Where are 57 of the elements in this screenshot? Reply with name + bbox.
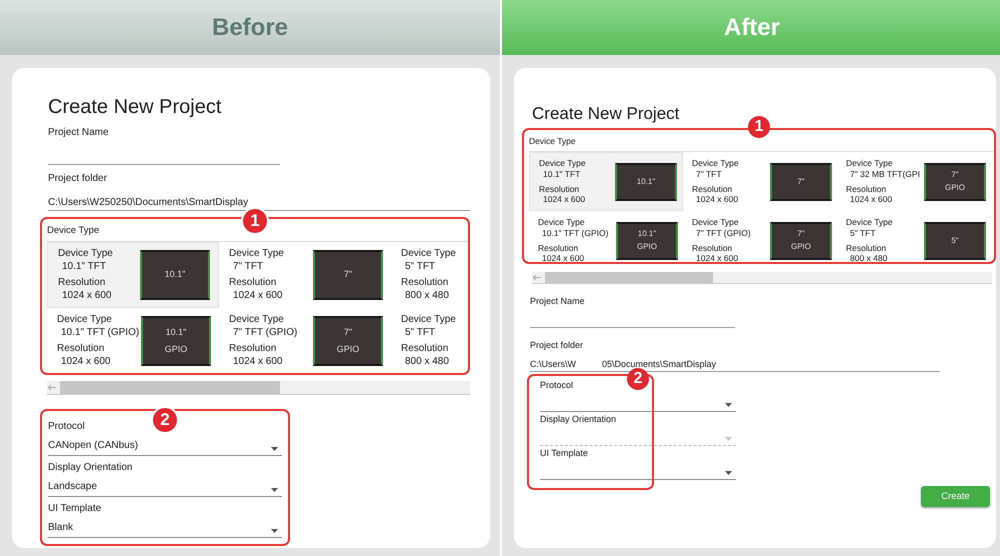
display-thumbnail: 7" GPIO [313,316,383,366]
field-label: Protocol [48,421,86,432]
dropdown-field[interactable]: CANopen (CANbus) [48,432,282,456]
field-label: Project Name [530,296,586,306]
number-badge: 1 [748,116,770,138]
display-thumbnail: 7" [313,250,383,300]
device-option[interactable]: Device Type 10.1" TFT Resolution 1024 x 600 10.1" [47,242,219,308]
horizontal-scrollbar[interactable] [47,381,470,395]
horizontal-scrollbar[interactable] [532,272,992,284]
dialog-title: Create New Project [48,96,222,119]
display-thumbnail: 7" GPIO [770,222,832,260]
number-badge: 1 [243,209,267,233]
field-label: UI Template [540,448,589,458]
device-option[interactable]: Device Type 5" TFT Resolution 800 x 480 [391,242,470,308]
dropdown-caret-icon [271,447,278,451]
device-option[interactable]: Device Type 7" TFT (GPIO) Resolution 1024 x 600 7" GPIO [219,308,391,374]
device-option[interactable]: Device Type 5" TFT Resolution 800 x 480 5" [837,211,991,270]
number-badge: 2 [627,368,649,390]
device-option[interactable]: Device Type 10.1" TFT (GPIO) Resolution 1024 x 600 10.1" GPIO [529,211,683,270]
field-label: Display Orientation [540,414,618,424]
device-option[interactable]: Device Type 10.1" TFT Resolution 1024 x 600 10.1" [529,152,683,211]
device-option[interactable]: Device Type 7" TFT Resolution 1024 x 600 7" [219,242,391,308]
field-label: Project folder [530,340,584,350]
dropdown-caret-icon [271,529,278,533]
display-thumbnail: 7" [770,162,832,200]
device-option[interactable]: Device Type 7" TFT Resolution 1024 x 600 7" [683,152,837,211]
dropdown-caret-icon [725,471,732,475]
display-thumbnail: 5" [924,222,986,260]
scrollbar-thumb[interactable] [60,381,280,394]
device-option[interactable]: Device Type 7" 32 MB TFT(GPI Resolution 1024 x 600 7" GPIO [837,152,991,211]
left-arrow-icon[interactable] [47,384,57,391]
dropdown-field[interactable]: Blank [48,514,282,538]
dropdown-field[interactable]: Landscape [48,473,282,497]
field-label: Project Name [48,127,110,138]
display-thumbnail: 10.1" GPIO [616,222,678,260]
panel-heading: After [502,0,1000,55]
dropdown-caret-icon [725,403,732,407]
display-thumbnail: 7" GPIO [924,162,986,200]
device-option[interactable]: Device Type 7" TFT (GPIO) Resolution 1024 x 600 7" GPIO [683,211,837,270]
panel-heading: Before [0,0,500,55]
display-thumbnail: 10.1" [140,250,210,300]
dropdown-caret-icon [725,437,732,441]
dropdown-caret-icon [271,488,278,492]
display-thumbnail: 10.1" [615,162,677,200]
field-label: Display Orientation [48,462,134,473]
field-label: Protocol [540,380,574,390]
device-option[interactable]: Device Type 10.1" TFT (GPIO) Resolution 1024 x 600 10.1" GPIO [47,308,219,374]
number-badge: 2 [153,408,177,432]
group-label: Device Type [529,136,577,146]
left-arrow-icon[interactable] [532,274,542,281]
display-thumbnail: 10.1" GPIO [141,316,211,366]
device-option[interactable]: Device Type 5" TFT Resolution 800 x 480 [391,308,470,374]
field-label: Project folder [48,173,108,184]
field-label: UI Template [48,503,102,514]
scrollbar-thumb[interactable] [545,272,713,283]
group-label: Device Type [47,225,100,236]
dialog-title: Create New Project [532,104,680,124]
